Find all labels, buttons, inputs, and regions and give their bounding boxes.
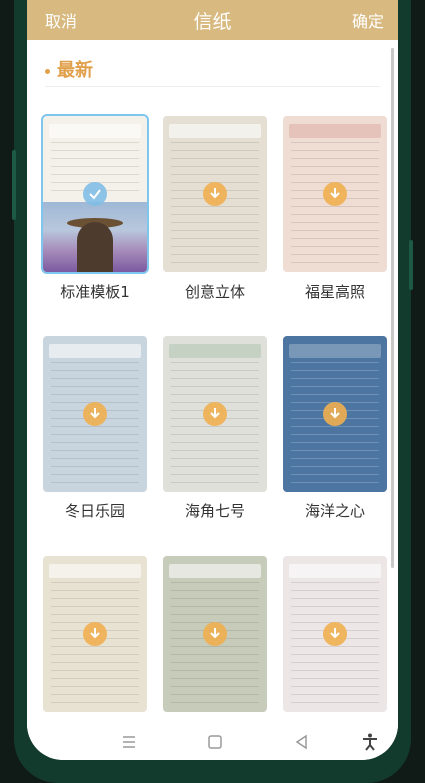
template-card-ocean[interactable]	[283, 336, 387, 492]
template-label: 福星高照	[304, 283, 365, 301]
back-icon[interactable]	[292, 732, 312, 752]
power-button	[409, 240, 413, 290]
download-icon[interactable]	[83, 402, 107, 426]
page-title: 信纸	[193, 11, 232, 33]
accessibility-icon[interactable]	[360, 732, 380, 752]
section-title: 最新	[57, 60, 93, 81]
section-dot	[45, 68, 50, 74]
section-header: 最新	[45, 56, 93, 81]
card-header-strip	[289, 564, 381, 578]
photo-person	[77, 222, 113, 272]
template-card-fortune[interactable]	[283, 116, 387, 272]
template-label: 标准模板1	[60, 283, 130, 301]
scrollbar[interactable]	[391, 48, 394, 568]
card-header-strip	[49, 344, 141, 358]
template-label: 创意立体	[184, 283, 245, 301]
download-icon[interactable]	[203, 622, 227, 646]
template-label: 海洋之心	[304, 502, 365, 520]
download-icon[interactable]	[323, 182, 347, 206]
volume-button	[12, 150, 16, 220]
template-card-flower[interactable]	[43, 556, 147, 712]
template-card-winter[interactable]	[43, 336, 147, 492]
home-icon[interactable]	[205, 732, 225, 752]
download-icon[interactable]	[323, 402, 347, 426]
template-card-creative[interactable]	[163, 116, 267, 272]
template-card-cape[interactable]	[163, 336, 267, 492]
top-bar: 取消 信纸 确定	[27, 0, 398, 40]
divider	[45, 86, 380, 87]
card-header-strip	[169, 344, 261, 358]
card-header-strip	[49, 124, 141, 138]
card-header-strip	[49, 564, 141, 578]
screen: 取消 信纸 确定 最新 标准模板1 创意立体 福星高照 冬日乐园 海角七号 海洋…	[27, 0, 398, 760]
template-card-bird[interactable]	[163, 556, 267, 712]
template-label: 海角七号	[184, 502, 245, 520]
template-card-standard[interactable]	[41, 114, 149, 274]
download-icon[interactable]	[323, 622, 347, 646]
card-photo	[43, 202, 147, 272]
download-icon[interactable]	[203, 402, 227, 426]
navigation-bar	[27, 722, 398, 760]
download-icon[interactable]	[83, 622, 107, 646]
card-header-strip	[169, 124, 261, 138]
card-header-strip	[289, 124, 381, 138]
card-header-strip	[289, 344, 381, 358]
template-label: 冬日乐园	[64, 502, 125, 520]
selected-check-icon	[83, 182, 107, 206]
download-icon[interactable]	[203, 182, 227, 206]
confirm-button[interactable]: 确定	[352, 8, 384, 32]
template-card-blossom[interactable]	[283, 556, 387, 712]
card-header-strip	[169, 564, 261, 578]
menu-icon[interactable]	[119, 732, 139, 752]
